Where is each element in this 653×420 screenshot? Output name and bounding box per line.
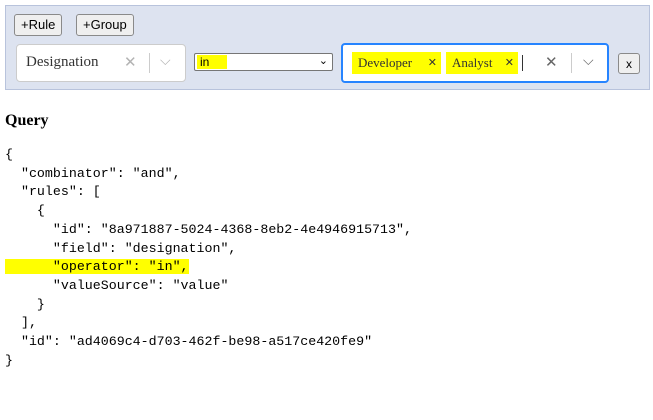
remove-rule-button[interactable]: x (618, 53, 640, 74)
close-icon[interactable]: ✕ (505, 52, 514, 74)
code-line: { (5, 203, 45, 219)
value-chip-label: Developer (358, 55, 413, 70)
text-cursor[interactable] (522, 55, 523, 71)
chevron-down-icon: ⌄ (318, 54, 328, 67)
query-json: { "combinator": "and", "rules": [ { "id"… (5, 146, 412, 370)
indicator-separator (149, 53, 150, 73)
code-line-highlighted: "operator": "in", (5, 259, 189, 275)
value-chip: Analyst ✕ (446, 52, 518, 74)
operator-select-value: in (197, 55, 227, 69)
code-line: "combinator": "and", (5, 165, 181, 181)
indicator-separator (571, 53, 572, 73)
field-select-value: Designation (26, 54, 99, 70)
query-builder-panel: +Rule +Group Designation ✕ ⌵ in ⌄ Develo… (5, 5, 650, 90)
code-line: "id": "8a971887-5024-4368-8eb2-4e4946915… (5, 221, 412, 237)
add-group-button[interactable]: +Group (76, 14, 134, 36)
value-chip: Developer ✕ (352, 52, 441, 74)
code-line: } (5, 352, 13, 368)
close-icon[interactable]: ✕ (124, 53, 137, 71)
code-line: "valueSource": "value" (5, 277, 229, 293)
chevron-down-icon[interactable]: ⌵ (583, 53, 594, 69)
code-line: { (5, 147, 13, 162)
close-icon[interactable]: ✕ (428, 52, 437, 74)
code-line: "field": "designation", (5, 240, 237, 256)
value-chip-label: Analyst (452, 55, 493, 70)
code-line: "id": "ad4069c4-d703-462f-be98-a517ce420… (5, 334, 373, 350)
query-heading: Query (5, 112, 49, 129)
field-select[interactable]: Designation ✕ ⌵ (16, 44, 186, 82)
code-line: } (5, 296, 45, 312)
add-rule-button[interactable]: +Rule (14, 14, 63, 36)
value-multiselect[interactable]: Developer ✕ Analyst ✕ ✕ ⌵ (341, 43, 609, 83)
code-line: ], (5, 315, 37, 331)
chevron-down-icon[interactable]: ⌵ (160, 53, 171, 69)
close-icon[interactable]: ✕ (545, 53, 558, 71)
operator-select[interactable]: in ⌄ (194, 53, 333, 71)
code-line: "rules": [ (5, 184, 101, 200)
